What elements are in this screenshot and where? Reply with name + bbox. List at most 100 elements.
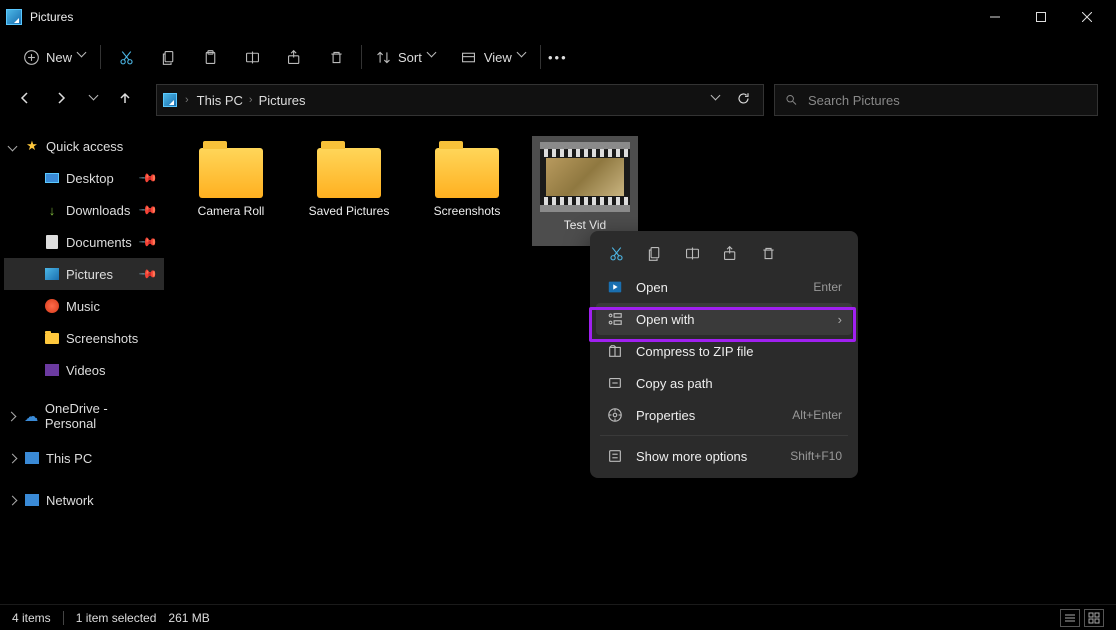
sidebar-onedrive[interactable]: ☁OneDrive - Personal (4, 400, 164, 432)
ctx-copy-button[interactable] (644, 243, 664, 263)
zip-icon (606, 342, 624, 360)
sidebar-quick-access[interactable]: ★ Quick access (4, 130, 164, 162)
grid-item-folder[interactable]: Screenshots (414, 136, 520, 246)
new-label: New (46, 50, 72, 65)
grid-item-folder[interactable]: Camera Roll (178, 136, 284, 246)
up-button[interactable] (118, 91, 136, 109)
documents-icon (46, 235, 58, 249)
ctx-properties[interactable]: Properties Alt+Enter (596, 399, 852, 431)
forward-button[interactable] (54, 91, 72, 109)
status-count: 4 items (12, 611, 51, 625)
rename-icon[interactable] (243, 48, 261, 66)
downloads-icon: ↓ (44, 202, 60, 218)
pictures-icon (45, 268, 59, 280)
chevron-right-icon: › (185, 94, 189, 106)
refresh-button[interactable] (736, 91, 751, 109)
ctx-open[interactable]: Open Enter (596, 271, 852, 303)
grid-item-folder[interactable]: Saved Pictures (296, 136, 402, 246)
thumbnails-view-button[interactable] (1084, 609, 1104, 627)
plus-circle-icon (22, 48, 40, 66)
sidebar-item-pictures[interactable]: Pictures📌 (4, 258, 164, 290)
item-label: Saved Pictures (309, 204, 390, 220)
status-bar: 4 items 1 item selected 261 MB (0, 604, 1116, 630)
network-icon (25, 494, 39, 506)
sidebar-item-desktop[interactable]: Desktop📌 (4, 162, 164, 194)
thispc-icon (25, 452, 39, 464)
address-bar[interactable]: › This PC › Pictures (156, 84, 764, 116)
minimize-button[interactable] (972, 0, 1018, 34)
status-size: 261 MB (168, 611, 209, 625)
search-icon (785, 93, 798, 107)
maximize-button[interactable] (1018, 0, 1064, 34)
open-with-icon (606, 310, 624, 328)
view-button[interactable]: View (456, 44, 532, 70)
address-history-button[interactable] (712, 95, 722, 105)
grid-item-video[interactable]: Test Vid (532, 136, 638, 246)
ctx-label: Show more options (636, 449, 747, 464)
new-button[interactable]: New (18, 44, 92, 70)
sidebar-item-screenshots[interactable]: Screenshots (4, 322, 164, 354)
ctx-label: Open (636, 280, 668, 295)
ctx-copy-path[interactable]: Copy as path (596, 367, 852, 399)
title-bar: Pictures (0, 0, 1116, 34)
sidebar-item-downloads[interactable]: ↓Downloads📌 (4, 194, 164, 226)
ctx-delete-button[interactable] (758, 243, 778, 263)
folder-icon (435, 148, 499, 198)
cut-icon[interactable] (117, 48, 135, 66)
sidebar-label: Quick access (46, 139, 123, 154)
more-icon[interactable]: ••• (549, 48, 567, 66)
sidebar-label: This PC (46, 451, 92, 466)
sort-icon (374, 48, 392, 66)
ctx-cut-button[interactable] (606, 243, 626, 263)
ctx-label: Copy as path (636, 376, 713, 391)
chevron-down-icon (428, 52, 438, 62)
window-title: Pictures (30, 10, 73, 24)
sidebar-item-videos[interactable]: Videos (4, 354, 164, 386)
folder-icon (45, 333, 59, 344)
ctx-more-options[interactable]: Show more options Shift+F10 (596, 440, 852, 472)
sidebar-label: OneDrive - Personal (45, 401, 158, 431)
breadcrumb-root[interactable]: This PC (197, 93, 243, 108)
sidebar-thispc[interactable]: This PC (4, 442, 164, 474)
sidebar-item-label: Desktop (66, 171, 114, 186)
star-icon: ★ (24, 138, 40, 154)
ctx-compress[interactable]: Compress to ZIP file (596, 335, 852, 367)
sidebar: ★ Quick access Desktop📌 ↓Downloads📌 Docu… (0, 120, 168, 622)
close-button[interactable] (1064, 0, 1110, 34)
desktop-icon (45, 173, 59, 183)
ctx-open-with[interactable]: Open with › (596, 303, 852, 335)
share-icon[interactable] (285, 48, 303, 66)
status-selection: 1 item selected (76, 611, 157, 625)
music-icon (45, 299, 59, 313)
sidebar-item-label: Screenshots (66, 331, 138, 346)
play-icon (606, 278, 624, 296)
ctx-rename-button[interactable] (682, 243, 702, 263)
paste-icon[interactable] (201, 48, 219, 66)
ctx-share-button[interactable] (720, 243, 740, 263)
search-input[interactable] (808, 93, 1087, 108)
pin-icon: 📌 (138, 264, 158, 284)
breadcrumb-current[interactable]: Pictures (259, 93, 306, 108)
chevron-down-icon (78, 52, 88, 62)
copy-icon[interactable] (159, 48, 177, 66)
delete-icon[interactable] (327, 48, 345, 66)
context-menu: Open Enter Open with › Compress to ZIP f… (590, 231, 858, 478)
sidebar-item-documents[interactable]: Documents📌 (4, 226, 164, 258)
sidebar-item-music[interactable]: Music (4, 290, 164, 322)
ctx-shortcut: Shift+F10 (790, 449, 842, 463)
search-box[interactable] (774, 84, 1098, 116)
sidebar-network[interactable]: Network (4, 484, 164, 516)
folder-icon (317, 148, 381, 198)
ctx-label: Compress to ZIP file (636, 344, 754, 359)
back-button[interactable] (18, 91, 36, 109)
chevron-down-icon (518, 52, 528, 62)
sort-button[interactable]: Sort (370, 44, 442, 70)
chevron-right-icon: › (838, 312, 842, 327)
recent-button[interactable] (90, 95, 100, 105)
sidebar-item-label: Music (66, 299, 100, 314)
details-view-button[interactable] (1060, 609, 1080, 627)
pictures-icon (163, 93, 177, 107)
sidebar-label: Network (46, 493, 94, 508)
sidebar-item-label: Documents (66, 235, 132, 250)
ctx-label: Open with (636, 312, 695, 327)
